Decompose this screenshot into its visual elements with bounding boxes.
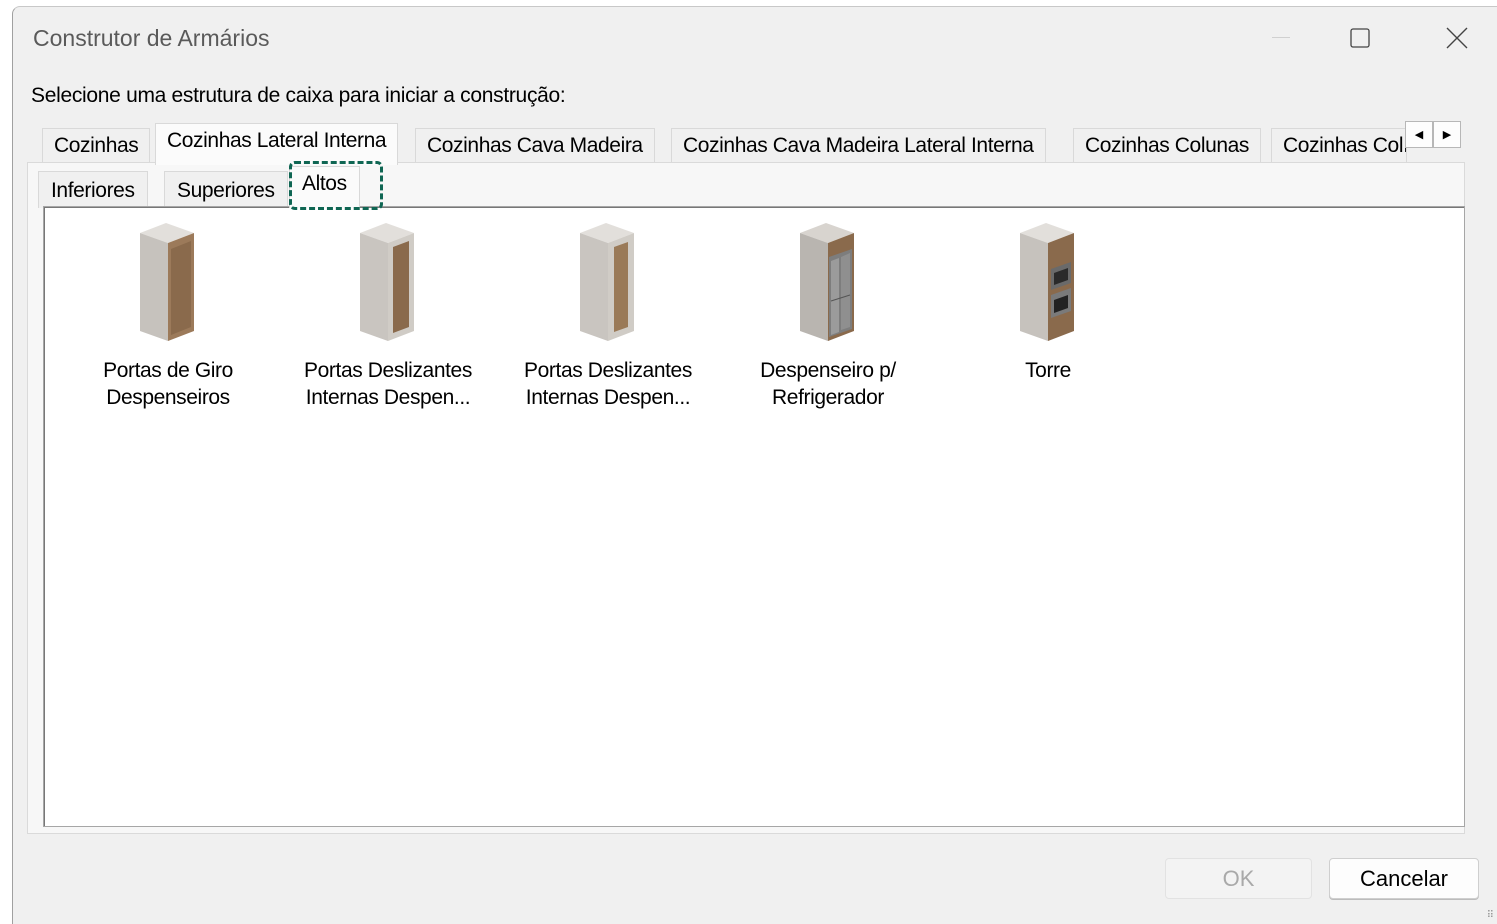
tall-cabinet-sliding-doors-icon: [360, 223, 414, 341]
maximize-icon: [1350, 28, 1370, 48]
tall-cabinet-swing-doors-icon: [140, 223, 194, 341]
refrigerator-cabinet-icon: [800, 223, 854, 341]
tab-cozinhas-col-truncated[interactable]: Cozinhas Colı: [1271, 128, 1407, 163]
tab-cozinhas-colunas[interactable]: Cozinhas Colunas: [1073, 128, 1262, 163]
subtab-superiores[interactable]: Superiores: [164, 171, 288, 208]
list-item[interactable]: Portas Deslizantes Internas Despen...: [283, 219, 493, 411]
item-label-line2: Despenseiros: [106, 386, 230, 409]
item-label-line1: Despenseiro p/: [760, 359, 896, 382]
ok-button[interactable]: OK: [1165, 858, 1312, 899]
tab-cozinhas-cava-madeira[interactable]: Cozinhas Cava Madeira: [415, 128, 655, 163]
subtab-inferiores[interactable]: Inferiores: [38, 171, 148, 208]
item-label-line1: Portas Deslizantes: [524, 359, 692, 382]
tab-cozinhas[interactable]: Cozinhas: [42, 128, 151, 163]
window-title: Construtor de Armários: [33, 25, 270, 51]
instruction-text: Selecione uma estrutura de caixa para in…: [31, 84, 566, 107]
tab-cozinhas-lateral-interna[interactable]: Cozinhas Lateral Interna: [155, 123, 399, 165]
item-label-line1: Portas de Giro: [103, 359, 233, 382]
tall-cabinet-sliding-doors-icon: [580, 223, 634, 341]
list-item[interactable]: Portas de Giro Despenseiros: [63, 219, 273, 411]
item-label-line2: Internas Despen...: [525, 386, 691, 409]
tab-cozinhas-cava-madeira-lateral-interna[interactable]: Cozinhas Cava Madeira Lateral Interna: [671, 128, 1046, 163]
cancel-button[interactable]: Cancelar: [1329, 858, 1479, 899]
item-label-line2: Internas Despen...: [305, 386, 471, 409]
altos-tab-highlight: [289, 161, 383, 210]
tab-scroll-right-icon[interactable]: ▶: [1433, 121, 1461, 148]
tab-scroll-buttons: ◀ ▶: [1405, 121, 1461, 148]
item-label-line1: Torre: [1025, 359, 1071, 382]
oven-tower-icon: [1020, 223, 1074, 341]
item-label-line2: Refrigerador: [772, 386, 884, 409]
close-icon: [1446, 27, 1468, 49]
list-item[interactable]: Torre: [943, 219, 1153, 384]
item-label-line1: Portas Deslizantes: [304, 359, 472, 382]
minimize-icon: [1272, 37, 1290, 38]
resize-grip-icon[interactable]: ⠿: [1487, 910, 1494, 921]
list-item[interactable]: Portas Deslizantes Internas Despen...: [503, 219, 713, 411]
list-item[interactable]: Despenseiro p/Refrigerador: [723, 219, 933, 411]
tab-scroll-left-icon[interactable]: ◀: [1405, 121, 1433, 148]
maximize-button[interactable]: [1312, 7, 1408, 69]
close-button[interactable]: [1409, 7, 1497, 69]
